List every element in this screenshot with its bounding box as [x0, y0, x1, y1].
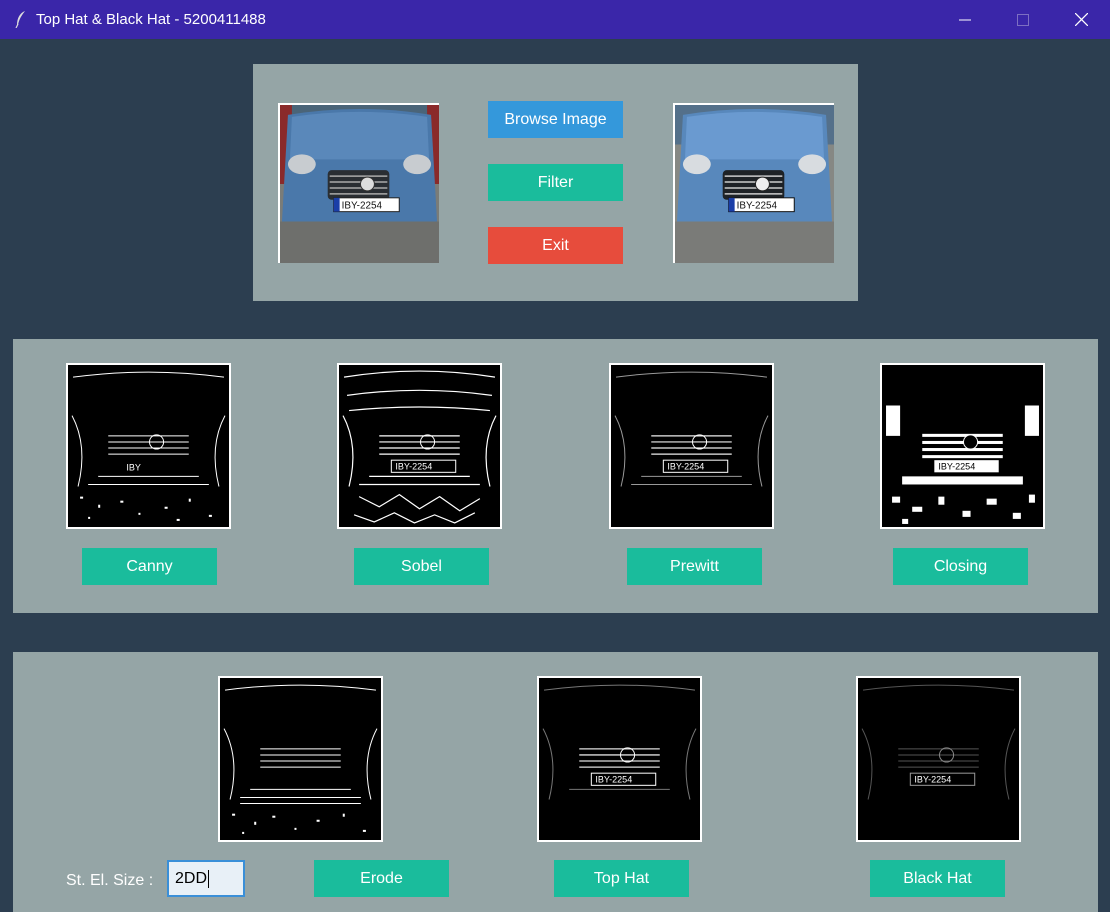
canny-image: IBY: [66, 363, 231, 529]
sobel-plate-text: IBY-2254: [395, 461, 432, 471]
canny-plate-text: IBY: [126, 462, 141, 472]
browse-image-button[interactable]: Browse Image: [488, 101, 623, 138]
minimize-button[interactable]: [936, 0, 994, 39]
structuring-element-size-label: St. El. Size :: [66, 872, 154, 889]
edge-detection-panel: IBY IBY-2254 IBY-2254 IBY-2254 Canny Sob…: [13, 339, 1098, 613]
top-hat-image: IBY-2254: [537, 676, 702, 842]
canny-button[interactable]: Canny: [82, 548, 217, 585]
top-hat-plate-text: IBY-2254: [595, 774, 632, 784]
prewitt-button[interactable]: Prewitt: [627, 548, 762, 585]
original-image: IBY-2254: [278, 103, 439, 263]
sobel-button[interactable]: Sobel: [354, 548, 489, 585]
black-hat-image: IBY-2254: [856, 676, 1021, 842]
black-hat-button[interactable]: Black Hat: [870, 860, 1005, 897]
closing-image: IBY-2254: [880, 363, 1045, 529]
filtered-image: IBY-2254: [673, 103, 834, 263]
window-titlebar: Top Hat & Black Hat - 5200411488: [0, 0, 1110, 39]
top-panel: IBY-2254 Browse Image Filter Exit IBY-22…: [253, 64, 858, 301]
erode-image: [218, 676, 383, 842]
feather-icon: [15, 11, 25, 28]
exit-button[interactable]: Exit: [488, 227, 623, 264]
close-icon: [1074, 13, 1088, 26]
size-input-value: 2DD: [175, 869, 208, 887]
minimize-icon: [959, 19, 971, 20]
prewitt-plate-text: IBY-2254: [667, 461, 704, 471]
erode-button[interactable]: Erode: [314, 860, 449, 897]
filtered-plate-text: IBY-2254: [737, 201, 778, 212]
black-hat-plate-text: IBY-2254: [914, 774, 951, 784]
window-title: Top Hat & Black Hat - 5200411488: [36, 11, 266, 28]
original-plate-text: IBY-2254: [342, 201, 383, 212]
filter-button[interactable]: Filter: [488, 164, 623, 201]
structuring-element-size-input[interactable]: 2DD: [167, 860, 245, 897]
top-hat-button[interactable]: Top Hat: [554, 860, 689, 897]
maximize-button[interactable]: [994, 0, 1052, 39]
close-button[interactable]: [1052, 0, 1110, 39]
maximize-icon: [1017, 13, 1029, 26]
sobel-image: IBY-2254: [337, 363, 502, 529]
text-caret: [208, 869, 210, 888]
morphology-panel: IBY-2254 IBY-2254 St. El. Size : 2DD Ero…: [13, 652, 1098, 912]
prewitt-image: IBY-2254: [609, 363, 774, 529]
closing-plate-text: IBY-2254: [938, 461, 975, 471]
closing-button[interactable]: Closing: [893, 548, 1028, 585]
